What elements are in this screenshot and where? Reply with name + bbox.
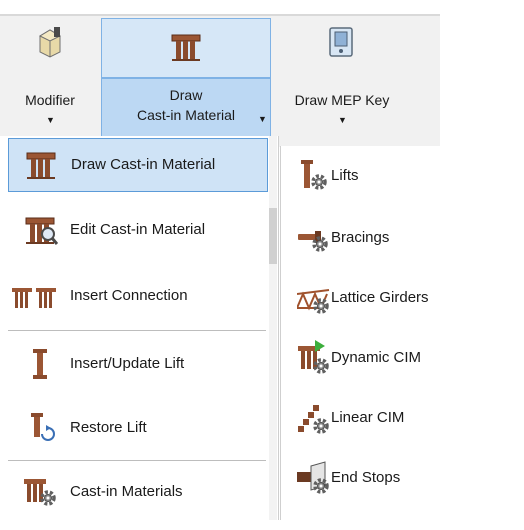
submenu-item-linear-cim[interactable]: Linear CIM xyxy=(289,392,519,444)
submenu-item-lattice-girders[interactable]: Lattice Girders xyxy=(289,272,519,324)
draw-cast-in-material-button[interactable]: Draw Cast-in Material ▼ xyxy=(101,18,271,147)
menu-item-label: Edit Cast-in Material xyxy=(70,221,206,238)
submenu-item-label: Dynamic CIM xyxy=(331,349,422,366)
submenu-item-label: Linear CIM xyxy=(331,409,405,426)
draw-label-line2: Cast-in Material xyxy=(136,107,236,123)
dynamic-cim-gear-icon xyxy=(297,340,331,376)
lifts-gear-icon xyxy=(297,158,331,194)
menu-item-insert-update-lift[interactable]: Insert/Update Lift xyxy=(8,338,266,390)
submenu-item-bracings[interactable]: Bracings xyxy=(289,212,519,264)
submenu-item-label: Bracings xyxy=(331,229,390,246)
end-stops-gear-icon xyxy=(297,460,331,496)
cast-in-material-submenu: Lifts Bracings Lattice Girders Dynamic C… xyxy=(280,146,524,520)
lift-icon xyxy=(22,348,58,380)
menu-scrollbar-thumb[interactable] xyxy=(269,208,277,264)
menu-scrollbar[interactable] xyxy=(269,136,277,520)
menu-item-label: Insert/Update Lift xyxy=(70,355,185,372)
menu-item-label: Draw Cast-in Material xyxy=(71,156,216,173)
cast-in-materials-settings-icon xyxy=(22,476,58,508)
draw-mep-key-button[interactable]: Draw MEP Key ▼ xyxy=(272,16,412,144)
bracings-gear-icon xyxy=(297,220,331,256)
draw-mep-key-label: Draw MEP Key xyxy=(294,92,390,108)
menu-item-label: Restore Lift xyxy=(70,419,147,436)
draw-split-top[interactable] xyxy=(101,18,271,78)
submenu-item-lifts[interactable]: Lifts xyxy=(289,150,519,202)
submenu-item-label: End Stops xyxy=(331,469,401,486)
cast-in-material-dropdown: Draw Cast-in Material Edit Cast-in Mater… xyxy=(0,136,279,520)
menu-item-label: Cast-in Materials xyxy=(70,483,183,500)
submenu-item-dynamic-cim[interactable]: Dynamic CIM xyxy=(289,332,519,384)
draw-dropdown-icon[interactable]: ▼ xyxy=(258,111,267,127)
linear-cim-gear-icon xyxy=(297,400,331,436)
menu-item-insert-connection[interactable]: Insert Connection xyxy=(8,270,266,322)
restore-lift-icon xyxy=(22,412,58,444)
menu-item-restore-lift[interactable]: Restore Lift xyxy=(8,402,266,454)
menu-item-label: Insert Connection xyxy=(70,287,188,304)
edit-cast-in-material-icon xyxy=(22,214,59,246)
menu-item-edit-cast-in-material[interactable]: Edit Cast-in Material xyxy=(8,204,266,256)
modifier-button[interactable]: Modifier ▼ xyxy=(0,16,100,144)
submenu-item-label: Lifts xyxy=(331,167,359,184)
menu-separator xyxy=(8,460,266,461)
modifier-cube-icon xyxy=(36,26,64,58)
submenu-item-end-stops[interactable]: End Stops xyxy=(289,452,519,504)
menu-item-draw-cast-in-material[interactable]: Draw Cast-in Material xyxy=(8,138,268,192)
cast-in-material-icon xyxy=(168,31,204,63)
modifier-label: Modifier xyxy=(25,92,75,108)
cast-in-material-icon xyxy=(23,149,59,181)
mep-dropdown-icon[interactable]: ▼ xyxy=(338,112,347,128)
submenu-item-label: Lattice Girders xyxy=(331,289,429,306)
draw-label-line1: Draw xyxy=(169,87,203,103)
modifier-dropdown-icon[interactable]: ▼ xyxy=(46,112,55,128)
lattice-girders-gear-icon xyxy=(296,280,331,316)
connection-icon xyxy=(10,280,60,312)
mep-key-icon xyxy=(328,26,354,58)
menu-item-cast-in-materials[interactable]: Cast-in Materials xyxy=(8,466,266,518)
menu-separator xyxy=(8,330,266,331)
